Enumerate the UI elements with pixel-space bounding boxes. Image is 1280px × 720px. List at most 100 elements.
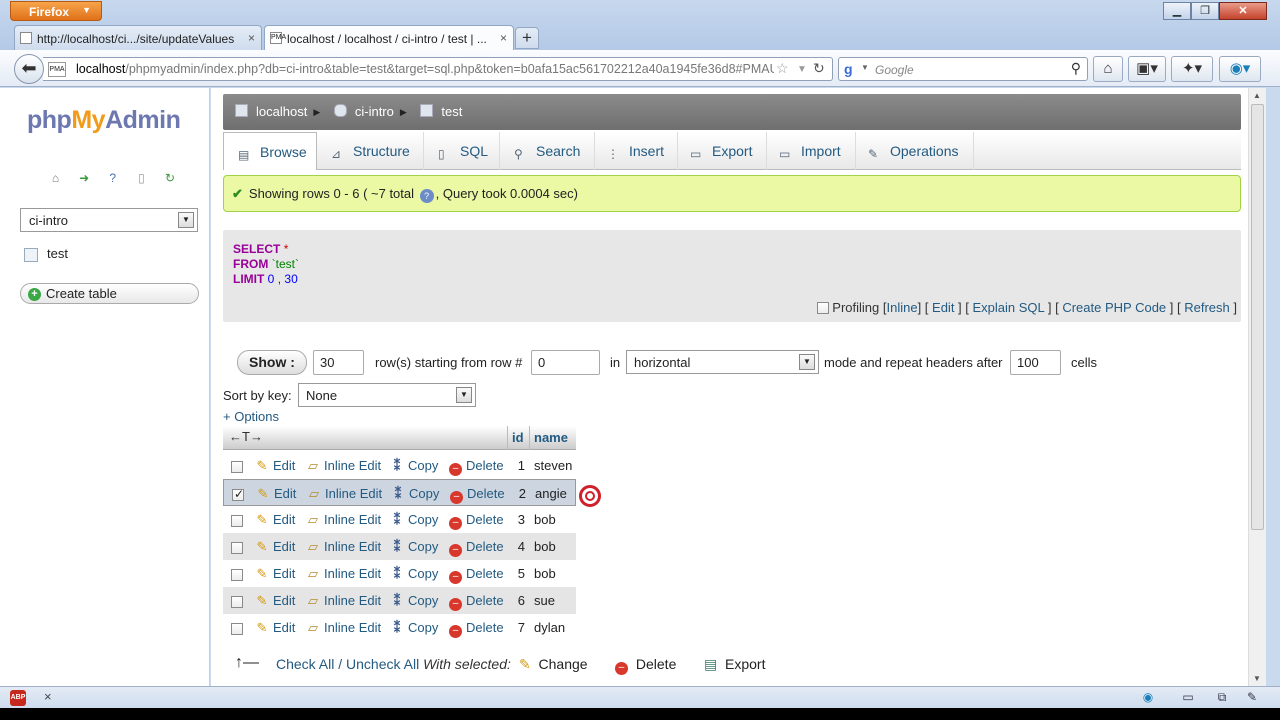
table-row[interactable]: ✎ Edit ▱ Inline Edit ⁑ Copy – Delete 5 bob <box>223 560 576 587</box>
row-checkbox[interactable] <box>231 542 243 554</box>
tab-browse[interactable]: ▤ Browse <box>223 132 317 170</box>
addon-button[interactable]: ✦▾ <box>1171 56 1213 82</box>
cell-id[interactable]: 5 <box>508 566 525 581</box>
tab-insert[interactable]: ⋮ Insert <box>595 132 678 170</box>
cell-name[interactable]: steven <box>534 458 572 473</box>
close-tab-icon[interactable]: × <box>500 31 507 45</box>
url-bar[interactable]: PMA localhost/phpmyadmin/index.php?db=ci… <box>43 57 833 81</box>
table-row[interactable]: ✎ Edit ▱ Inline Edit ⁑ Copy – Delete 7 dylan <box>223 614 576 641</box>
search-bar[interactable]: g ▼ Google ⚲ <box>838 57 1088 81</box>
options-link[interactable]: + Options <box>223 409 279 424</box>
cell-id[interactable]: 2 <box>509 486 526 501</box>
table-row[interactable]: ✎ Edit ▱ Inline Edit ⁑ Copy – Delete 6 sue <box>223 587 576 614</box>
table-row[interactable]: ✎ Edit ▱ Inline Edit ⁑ Copy – Delete 4 bob <box>223 533 576 560</box>
row-checkbox[interactable] <box>231 596 243 608</box>
breadcrumb-table[interactable]: test <box>441 104 462 119</box>
chevron-down-icon[interactable]: ▼ <box>797 64 807 75</box>
inline-edit-link[interactable]: ▱ Inline Edit <box>306 620 381 636</box>
tab-search[interactable]: ⚲ Search <box>500 132 595 170</box>
uncheck-all-link[interactable]: Uncheck All <box>346 656 419 672</box>
screenshot-button[interactable]: ▣▾ <box>1128 56 1166 82</box>
cell-name[interactable]: bob <box>534 512 556 527</box>
edit-link[interactable]: ✎ Edit <box>255 458 296 474</box>
show-button[interactable]: Show : <box>237 350 307 375</box>
cell-id[interactable]: 3 <box>508 512 525 527</box>
breadcrumb-server[interactable]: localhost <box>256 104 307 119</box>
sort-by-key-select[interactable]: None ▼ <box>298 383 476 407</box>
edit-link[interactable]: ✎ Edit <box>255 539 296 555</box>
edit-link[interactable]: ✎ Edit <box>256 486 297 502</box>
copy-link[interactable]: ⁑ Copy <box>390 539 439 555</box>
row-checkbox[interactable] <box>232 487 244 501</box>
delete-link[interactable]: – Delete <box>450 486 505 504</box>
edit-link[interactable]: ✎ Edit <box>255 512 296 528</box>
column-arrows-icon[interactable]: ←T→ <box>229 429 263 444</box>
help-icon[interactable]: ? <box>419 189 434 203</box>
reload-icon[interactable]: ↻ <box>813 60 825 77</box>
delete-link[interactable]: – Delete <box>449 458 504 476</box>
copy-link[interactable]: ⁑ Copy <box>391 486 440 502</box>
cell-id[interactable]: 6 <box>508 593 525 608</box>
cell-id[interactable]: 4 <box>508 539 525 554</box>
edit-link[interactable]: ✎ Edit <box>255 620 296 636</box>
repeat-headers-input[interactable]: 100 <box>1010 350 1061 375</box>
tab-structure[interactable]: ⊿ Structure <box>317 132 424 170</box>
profiling-checkbox[interactable] <box>816 302 829 314</box>
new-tab-button[interactable]: + <box>515 27 539 49</box>
home-button[interactable]: ⌂ <box>1093 56 1123 82</box>
edit-link[interactable]: ✎ Edit <box>255 593 296 609</box>
scroll-down-icon[interactable]: ▼ <box>1253 674 1261 683</box>
copy-link[interactable]: ⁑ Copy <box>390 566 439 582</box>
vertical-scrollbar[interactable]: ▲ ▼ <box>1248 88 1266 686</box>
delete-link[interactable]: – Delete <box>449 593 504 611</box>
tab-import[interactable]: ▭ Import <box>767 132 856 170</box>
search-icon[interactable]: ⚲ <box>1071 60 1081 77</box>
phpmyadmin-logo[interactable]: phpMyAdmin <box>27 106 181 135</box>
display-mode-select[interactable]: horizontal ▼ <box>626 350 819 374</box>
tab-sql[interactable]: ▯ SQL <box>424 132 500 170</box>
tools-icon[interactable]: ✎ <box>1244 690 1260 706</box>
docs-icon[interactable]: ▯ <box>134 171 149 186</box>
start-row-input[interactable]: 0 <box>531 350 600 375</box>
close-window-button[interactable]: ✕ <box>1219 2 1267 20</box>
cell-name[interactable]: bob <box>534 566 556 581</box>
chevron-down-icon[interactable]: ▼ <box>861 63 869 72</box>
globe-icon[interactable]: ◉ <box>1140 690 1156 706</box>
export-button[interactable]: ▤ Export <box>704 656 765 673</box>
back-button[interactable]: ⬅ <box>14 54 44 84</box>
maximize-button[interactable]: ❐ <box>1191 2 1219 20</box>
adblock-icon[interactable]: ABP <box>10 690 26 706</box>
database-select[interactable]: ci-intro ▼ <box>20 208 198 232</box>
inline-link[interactable]: Inline <box>887 300 918 315</box>
create-table-button[interactable]: + Create table <box>20 283 199 304</box>
cell-name[interactable]: sue <box>534 593 555 608</box>
scrollbar-thumb[interactable] <box>1251 104 1264 530</box>
close-tab-icon[interactable]: × <box>248 31 255 45</box>
tab-operations[interactable]: ✎ Operations <box>856 132 974 170</box>
delete-button[interactable]: – Delete <box>615 656 676 675</box>
url-text[interactable]: localhost/phpmyadmin/index.php?db=ci-int… <box>76 62 774 76</box>
sync-button[interactable]: ◉▾ <box>1219 56 1261 82</box>
inline-edit-link[interactable]: ▱ Inline Edit <box>307 486 382 502</box>
sidebar-item-test[interactable]: test <box>24 246 68 262</box>
scroll-up-icon[interactable]: ▲ <box>1253 91 1261 100</box>
delete-link[interactable]: – Delete <box>449 620 504 638</box>
rows-count-input[interactable]: 30 <box>313 350 364 375</box>
cell-id[interactable]: 7 <box>508 620 525 635</box>
cell-name[interactable]: dylan <box>534 620 565 635</box>
home-icon[interactable]: ⌂ <box>48 171 63 186</box>
refresh-link[interactable]: Refresh <box>1184 300 1230 315</box>
minimize-button[interactable]: ▁ <box>1163 2 1191 20</box>
help-icon[interactable]: ? <box>105 171 120 186</box>
inline-edit-link[interactable]: ▱ Inline Edit <box>306 458 381 474</box>
browser-tab-1[interactable]: http://localhost/ci.../site/updateValues… <box>14 25 262 50</box>
exit-icon[interactable]: ➜ <box>77 171 92 186</box>
inline-edit-link[interactable]: ▱ Inline Edit <box>306 566 381 582</box>
delete-link[interactable]: – Delete <box>449 512 504 530</box>
firefox-menu-button[interactable]: Firefox ▼ <box>10 1 102 21</box>
row-checkbox[interactable] <box>231 569 243 581</box>
copy-link[interactable]: ⁑ Copy <box>390 593 439 609</box>
monitor-icon[interactable]: ▭ <box>1180 690 1196 706</box>
explain-sql-link[interactable]: Explain SQL <box>973 300 1045 315</box>
copy-link[interactable]: ⁑ Copy <box>390 458 439 474</box>
